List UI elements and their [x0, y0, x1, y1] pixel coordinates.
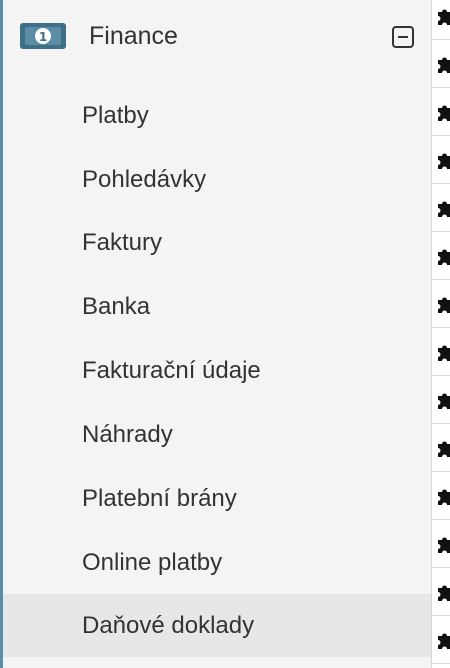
puzzle-piece-icon — [438, 297, 450, 313]
puzzle-piece-icon — [438, 57, 450, 73]
puzzle-piece-icon — [438, 105, 450, 121]
strip-row[interactable] — [432, 280, 450, 328]
strip-row[interactable] — [432, 136, 450, 184]
puzzle-piece-icon — [438, 153, 450, 169]
nav-item-pohledavky[interactable]: Pohledávky — [3, 148, 431, 211]
strip-row[interactable] — [432, 88, 450, 136]
puzzle-piece-icon — [438, 201, 450, 217]
nav-item-banka[interactable]: Banka — [3, 275, 431, 338]
svg-text:1: 1 — [39, 30, 47, 44]
puzzle-piece-icon — [438, 249, 450, 265]
puzzle-piece-icon — [438, 585, 450, 601]
strip-row[interactable] — [432, 184, 450, 232]
nav-item-danove-doklady[interactable]: Daňové doklady — [3, 594, 431, 657]
puzzle-piece-icon — [438, 393, 450, 409]
strip-row[interactable] — [432, 376, 450, 424]
puzzle-piece-icon — [438, 441, 450, 457]
strip-row[interactable] — [432, 568, 450, 616]
strip-row[interactable] — [432, 520, 450, 568]
puzzle-piece-icon — [438, 489, 450, 505]
strip-row[interactable] — [432, 616, 450, 664]
nav-item-platebni-brany[interactable]: Platební brány — [3, 467, 431, 530]
nav-item-platby[interactable]: Platby — [3, 84, 431, 147]
right-strip — [432, 0, 450, 668]
banknote-icon: 1 — [20, 23, 66, 49]
strip-row[interactable] — [432, 232, 450, 280]
puzzle-piece-icon — [438, 537, 450, 553]
nav-item-nahrady[interactable]: Náhrady — [3, 403, 431, 466]
collapse-minus-icon[interactable] — [392, 26, 414, 48]
strip-row[interactable] — [432, 40, 450, 88]
puzzle-piece-icon — [438, 9, 450, 25]
puzzle-piece-icon — [438, 633, 450, 649]
strip-row[interactable] — [432, 472, 450, 520]
finance-section-header[interactable]: 1 Finance — [3, 0, 431, 72]
finance-sidebar: 1 Finance Platby Pohledávky Faktury Bank… — [0, 0, 431, 668]
nav-item-online-platby[interactable]: Online platby — [3, 531, 431, 594]
nav-item-fakturacni-udaje[interactable]: Fakturační údaje — [3, 339, 431, 402]
strip-row[interactable] — [432, 0, 450, 40]
strip-row[interactable] — [432, 424, 450, 472]
section-title: Finance — [89, 22, 178, 50]
nav-item-faktury[interactable]: Faktury — [3, 211, 431, 274]
strip-row[interactable] — [432, 328, 450, 376]
puzzle-piece-icon — [438, 345, 450, 361]
